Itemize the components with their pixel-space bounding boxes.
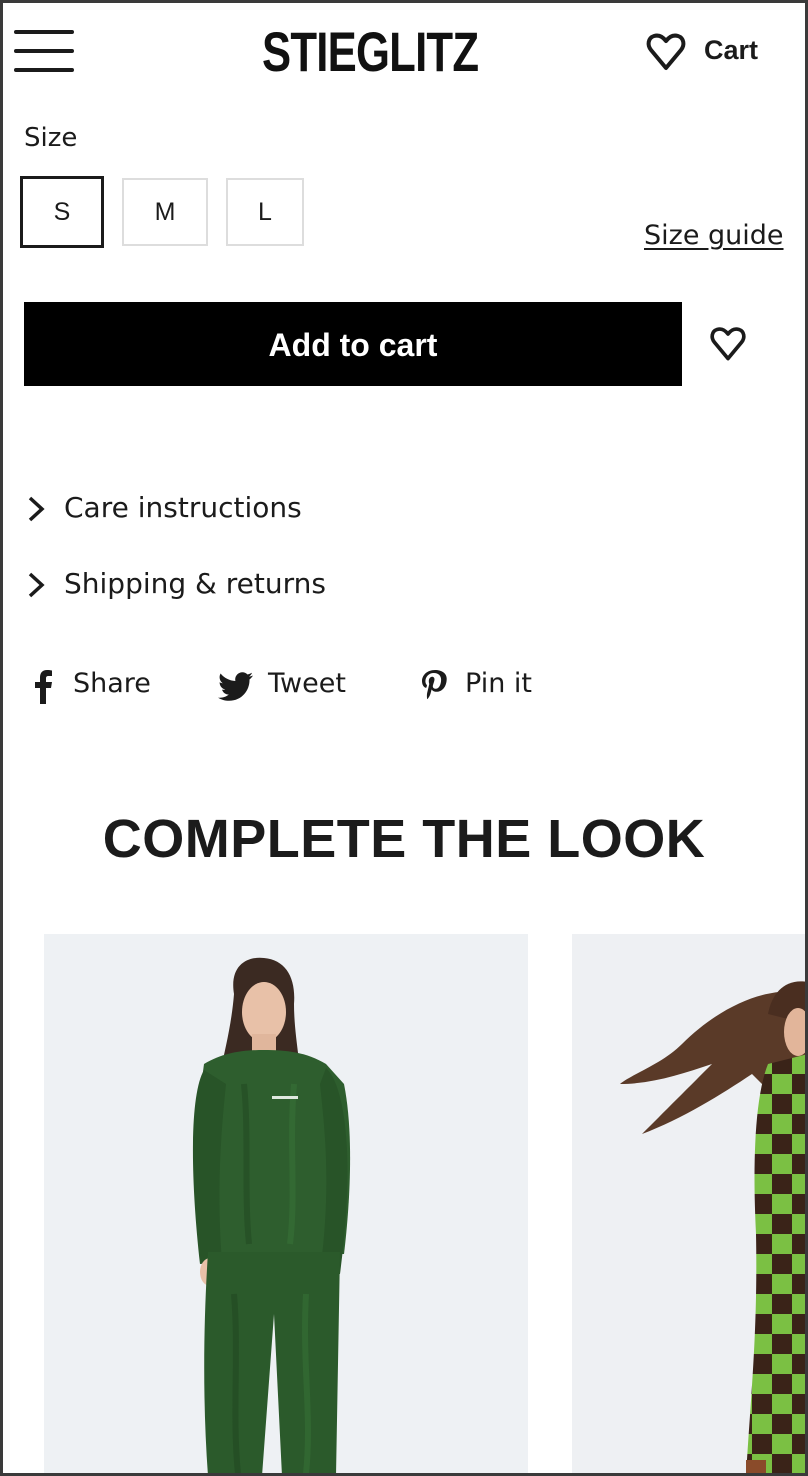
- accordion-label: Care instructions: [64, 491, 302, 524]
- size-option-s[interactable]: S: [20, 176, 104, 248]
- share-label: Tweet: [268, 668, 346, 699]
- product-image: [572, 934, 808, 1476]
- size-guide-link[interactable]: Size guide: [644, 216, 784, 256]
- facebook-icon: [35, 670, 52, 704]
- share-facebook[interactable]: Share: [26, 664, 156, 708]
- product-image: [44, 934, 528, 1476]
- product-card[interactable]: [572, 934, 808, 1476]
- chevron-right-icon: [28, 496, 45, 522]
- size-option-l[interactable]: L: [226, 178, 304, 246]
- complete-the-look-heading: COMPLETE THE LOOK: [102, 809, 706, 869]
- share-pinterest[interactable]: Pin it: [418, 664, 538, 708]
- share-label: Pin it: [465, 668, 532, 699]
- cart-link[interactable]: Cart: [704, 30, 758, 70]
- brand-logo[interactable]: STIEGLITZ: [262, 22, 479, 82]
- heart-icon[interactable]: [644, 30, 688, 74]
- product-card[interactable]: [44, 934, 528, 1476]
- add-to-cart-button[interactable]: Add to cart: [24, 302, 682, 386]
- share-label: Share: [73, 668, 151, 699]
- site-header: STIEGLITZ Cart: [0, 0, 808, 104]
- size-label: Size: [24, 123, 78, 153]
- size-option-m[interactable]: M: [122, 178, 208, 246]
- share-twitter[interactable]: Tweet: [218, 664, 354, 708]
- accordion-label: Shipping & returns: [64, 567, 326, 600]
- heart-icon[interactable]: [708, 324, 748, 364]
- chevron-right-icon: [28, 572, 45, 598]
- twitter-icon: [218, 672, 253, 701]
- pinterest-icon: [422, 670, 447, 700]
- hamburger-icon[interactable]: [14, 30, 74, 74]
